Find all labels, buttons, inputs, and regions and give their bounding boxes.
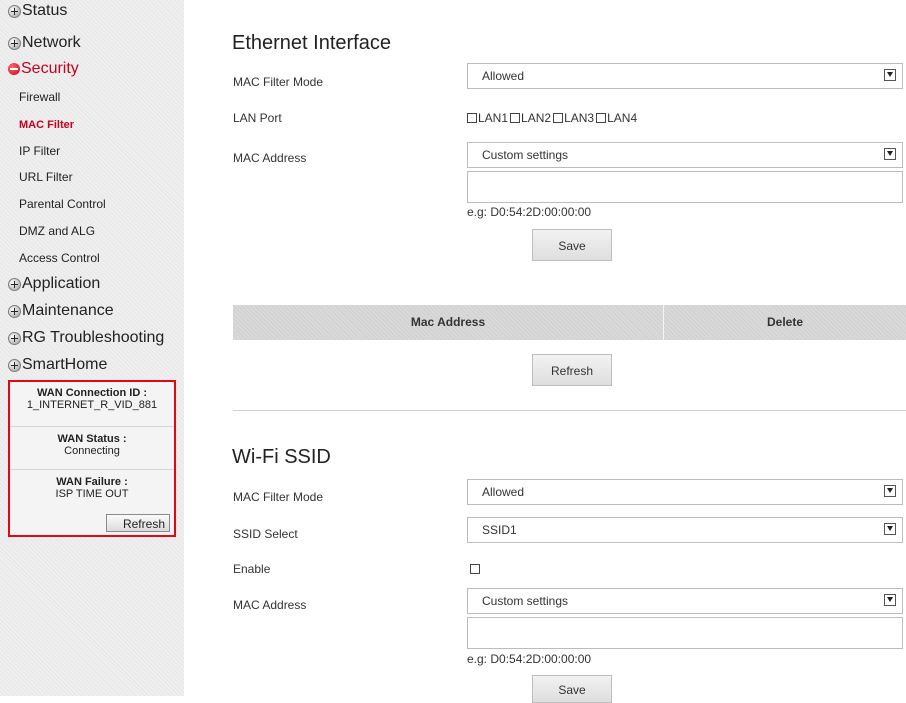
nav-maintenance[interactable]: Maintenance: [8, 300, 114, 322]
wifi-mac-address-select-value: Custom settings: [482, 594, 569, 608]
wan-connection-id-label: WAN Connection ID :: [37, 387, 147, 399]
nav-security-label: Security: [21, 60, 79, 77]
checkbox[interactable]: [596, 113, 607, 123]
wifi-mac-address-label: MAC Address: [233, 598, 307, 612]
wifi-mac-filter-mode-value: Allowed: [482, 485, 525, 499]
wifi-mac-address-input[interactable]: [467, 617, 903, 649]
eth-mac-filter-mode-value: Allowed: [482, 69, 525, 83]
nav-status[interactable]: Status: [8, 0, 67, 22]
lan3-option[interactable]: LAN3: [553, 111, 594, 125]
wifi-ssid-select[interactable]: SSID1: [467, 517, 903, 543]
nav-access-control[interactable]: Access Control: [19, 250, 100, 266]
expand-icon: [8, 4, 21, 18]
table-refresh-button[interactable]: Refresh: [532, 354, 612, 386]
lan3-label: LAN3: [564, 111, 595, 125]
nav-network-label: Network: [22, 34, 81, 51]
nav-application-label: Application: [22, 275, 101, 292]
wan-refresh-button[interactable]: Refresh: [106, 514, 170, 532]
collapse-icon: [8, 63, 20, 75]
nav-maintenance-label: Maintenance: [22, 302, 114, 319]
divider: [10, 469, 174, 470]
expand-icon: [8, 304, 21, 318]
checkbox[interactable]: [553, 113, 564, 123]
wan-failure-value: ISP TIME OUT: [55, 488, 129, 500]
lan4-option[interactable]: LAN4: [596, 111, 637, 125]
eth-save-button[interactable]: Save: [532, 229, 612, 261]
wifi-save-button[interactable]: Save: [532, 675, 612, 703]
expand-icon: [8, 331, 21, 345]
nav-firewall[interactable]: Firewall: [19, 89, 60, 105]
checkbox[interactable]: [510, 113, 521, 123]
nav-smarthome[interactable]: SmartHome: [8, 354, 107, 376]
chevron-down-icon: [884, 523, 896, 535]
chevron-down-icon: [884, 69, 896, 81]
mac-table-header: Mac Address Delete: [233, 305, 906, 340]
wan-connection-id-value: 1_INTERNET_R_VID_881: [26, 399, 158, 411]
expand-icon: [8, 277, 21, 291]
lan-port-checkboxes: LAN1 LAN2 LAN3 LAN4: [467, 111, 639, 125]
wan-failure-label: WAN Failure :: [56, 476, 128, 488]
lan2-label: LAN2: [521, 111, 552, 125]
eth-mac-address-select-value: Custom settings: [482, 148, 569, 162]
ethernet-section-title: Ethernet Interface: [232, 32, 391, 54]
chevron-down-icon: [884, 148, 896, 160]
divider: [10, 426, 174, 427]
wan-status-label: WAN Status :: [57, 433, 127, 445]
nav-parental-control[interactable]: Parental Control: [19, 196, 106, 212]
nav-url-filter[interactable]: URL Filter: [19, 169, 73, 185]
wifi-ssid-select-label: SSID Select: [233, 527, 298, 541]
nav-rg-troubleshooting[interactable]: RG Troubleshooting: [8, 327, 164, 349]
nav-security[interactable]: Security: [8, 58, 79, 80]
wifi-ssid-select-value: SSID1: [482, 523, 517, 537]
wifi-enable-label: Enable: [233, 562, 271, 576]
wifi-enable-checkbox[interactable]: [470, 564, 480, 574]
wan-status-box: WAN Connection ID : 1_INTERNET_R_VID_881…: [8, 380, 176, 537]
sidebar: Status Network Security Firewall MAC Fil…: [0, 0, 184, 696]
expand-icon: [8, 358, 21, 372]
nav-ip-filter[interactable]: IP Filter: [19, 143, 60, 159]
lan1-label: LAN1: [478, 111, 509, 125]
wifi-section-title: Wi-Fi SSID: [232, 446, 331, 468]
lan2-option[interactable]: LAN2: [510, 111, 551, 125]
nav-smarthome-label: SmartHome: [22, 356, 108, 373]
eth-mac-address-label: MAC Address: [233, 151, 307, 165]
chevron-down-icon: [884, 485, 896, 497]
nav-status-label: Status: [22, 2, 68, 19]
nav-dmz-alg[interactable]: DMZ and ALG: [19, 223, 95, 239]
lan4-label: LAN4: [607, 111, 638, 125]
col-delete: Delete: [766, 315, 804, 329]
nav-mac-filter[interactable]: MAC Filter: [19, 117, 74, 133]
wan-status-value: Connecting: [64, 445, 120, 457]
eth-mac-filter-mode-label: MAC Filter Mode: [233, 75, 324, 89]
wifi-mac-filter-mode-label: MAC Filter Mode: [233, 490, 324, 504]
chevron-down-icon: [884, 594, 896, 606]
expand-icon: [8, 36, 21, 50]
wifi-mac-example-hint: e.g: D0:54:2D:00:00:00: [467, 652, 592, 666]
nav-network[interactable]: Network: [8, 32, 81, 54]
col-mac-address: Mac Address: [410, 315, 486, 329]
nav-rg-troubleshooting-label: RG Troubleshooting: [22, 329, 165, 346]
wifi-mac-address-select[interactable]: Custom settings: [467, 588, 903, 614]
eth-mac-filter-mode-select[interactable]: Allowed: [467, 63, 903, 89]
checkbox[interactable]: [467, 113, 477, 123]
eth-mac-address-select[interactable]: Custom settings: [467, 142, 903, 168]
eth-lan-port-label: LAN Port: [233, 111, 282, 125]
wifi-mac-filter-mode-select[interactable]: Allowed: [467, 479, 903, 505]
section-divider: [233, 410, 906, 411]
eth-mac-address-input[interactable]: [467, 171, 903, 203]
nav-application[interactable]: Application: [8, 273, 100, 295]
eth-mac-example-hint: e.g: D0:54:2D:00:00:00: [467, 205, 592, 219]
lan1-option[interactable]: LAN1: [467, 111, 508, 125]
